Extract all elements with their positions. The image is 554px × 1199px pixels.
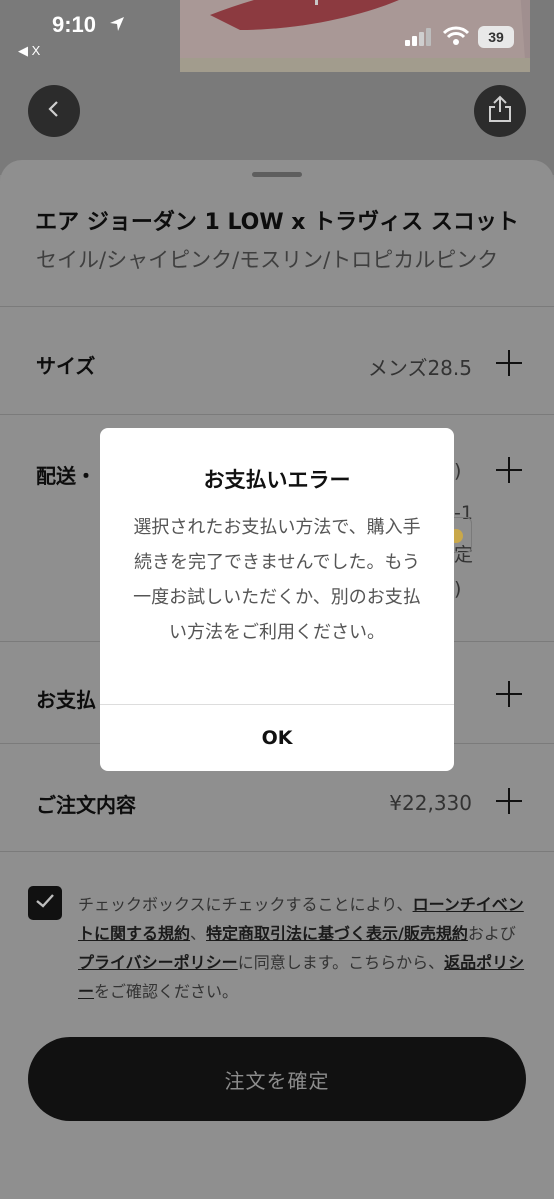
alert-message: 選択されたお支払い方法で、購入手続きを完了できませんでした。もう一度お試しいただ… xyxy=(133,517,421,643)
location-arrow-icon xyxy=(108,15,126,37)
shipping-label: 配送・ xyxy=(36,464,96,488)
product-name: エア ジョーダン 1 LOW x トラヴィス スコット xyxy=(35,210,519,235)
terms-text-part: をご確認ください。 xyxy=(94,982,239,1001)
terms-text-part: に同意します。こちらから、 xyxy=(237,953,445,972)
payment-label: お支払 xyxy=(36,688,96,712)
back-button[interactable] xyxy=(28,85,80,137)
chevron-left-icon xyxy=(44,99,64,123)
sheet-grabber[interactable] xyxy=(252,172,302,177)
shipping-text-fragment: ) xyxy=(454,578,462,600)
alert-title: お支払いエラー xyxy=(203,468,351,492)
battery-indicator: 39 xyxy=(478,26,514,48)
payment-error-dialog: お支払いエラー 選択されたお支払い方法で、購入手続きを完了できませんでした。もう… xyxy=(100,428,454,771)
payment-plus-icon[interactable] xyxy=(496,681,522,707)
order-plus-icon[interactable] xyxy=(496,788,522,814)
wifi-icon xyxy=(442,26,470,50)
share-icon xyxy=(487,95,513,127)
terms-checkbox[interactable] xyxy=(28,886,62,920)
commercial-law-terms-link[interactable]: 特定商取引法に基づく表示/販売規約 xyxy=(206,924,468,943)
share-button[interactable] xyxy=(474,85,526,137)
terms-text-part: および xyxy=(467,924,516,943)
divider xyxy=(0,306,554,307)
privacy-policy-link[interactable]: プライバシーポリシー xyxy=(78,953,238,972)
divider xyxy=(0,851,554,852)
confirm-order-button[interactable]: 注文を確定 xyxy=(28,1037,526,1121)
terms-text: チェックボックスにチェックすることにより、ローンチイベントに関する規約、特定商取… xyxy=(78,890,526,1006)
back-to-app-link[interactable]: ◀ X xyxy=(18,43,40,59)
size-value: メンズ28.5 xyxy=(367,356,472,380)
order-label: ご注文内容 xyxy=(36,793,136,817)
size-label: サイズ xyxy=(36,354,96,378)
product-colorway: セイル/シャイピンク/モスリン/トロピカルピンク xyxy=(36,248,499,272)
divider xyxy=(0,414,554,415)
alert-ok-button[interactable]: OK xyxy=(100,705,454,771)
size-plus-icon[interactable] xyxy=(496,350,522,376)
terms-text-part: 、 xyxy=(190,924,207,943)
cellular-signal-icon xyxy=(405,28,433,50)
checkmark-icon xyxy=(35,893,55,913)
terms-text-part: チェックボックスにチェックすることにより、 xyxy=(78,895,413,914)
clock: 9:10 xyxy=(52,12,97,37)
order-total: ¥22,330 xyxy=(389,791,472,815)
shipping-plus-icon[interactable] xyxy=(496,457,522,483)
shipping-text-fragment: ) xyxy=(454,460,462,482)
status-bar: 9:10 ◀ X 39 xyxy=(0,0,554,60)
